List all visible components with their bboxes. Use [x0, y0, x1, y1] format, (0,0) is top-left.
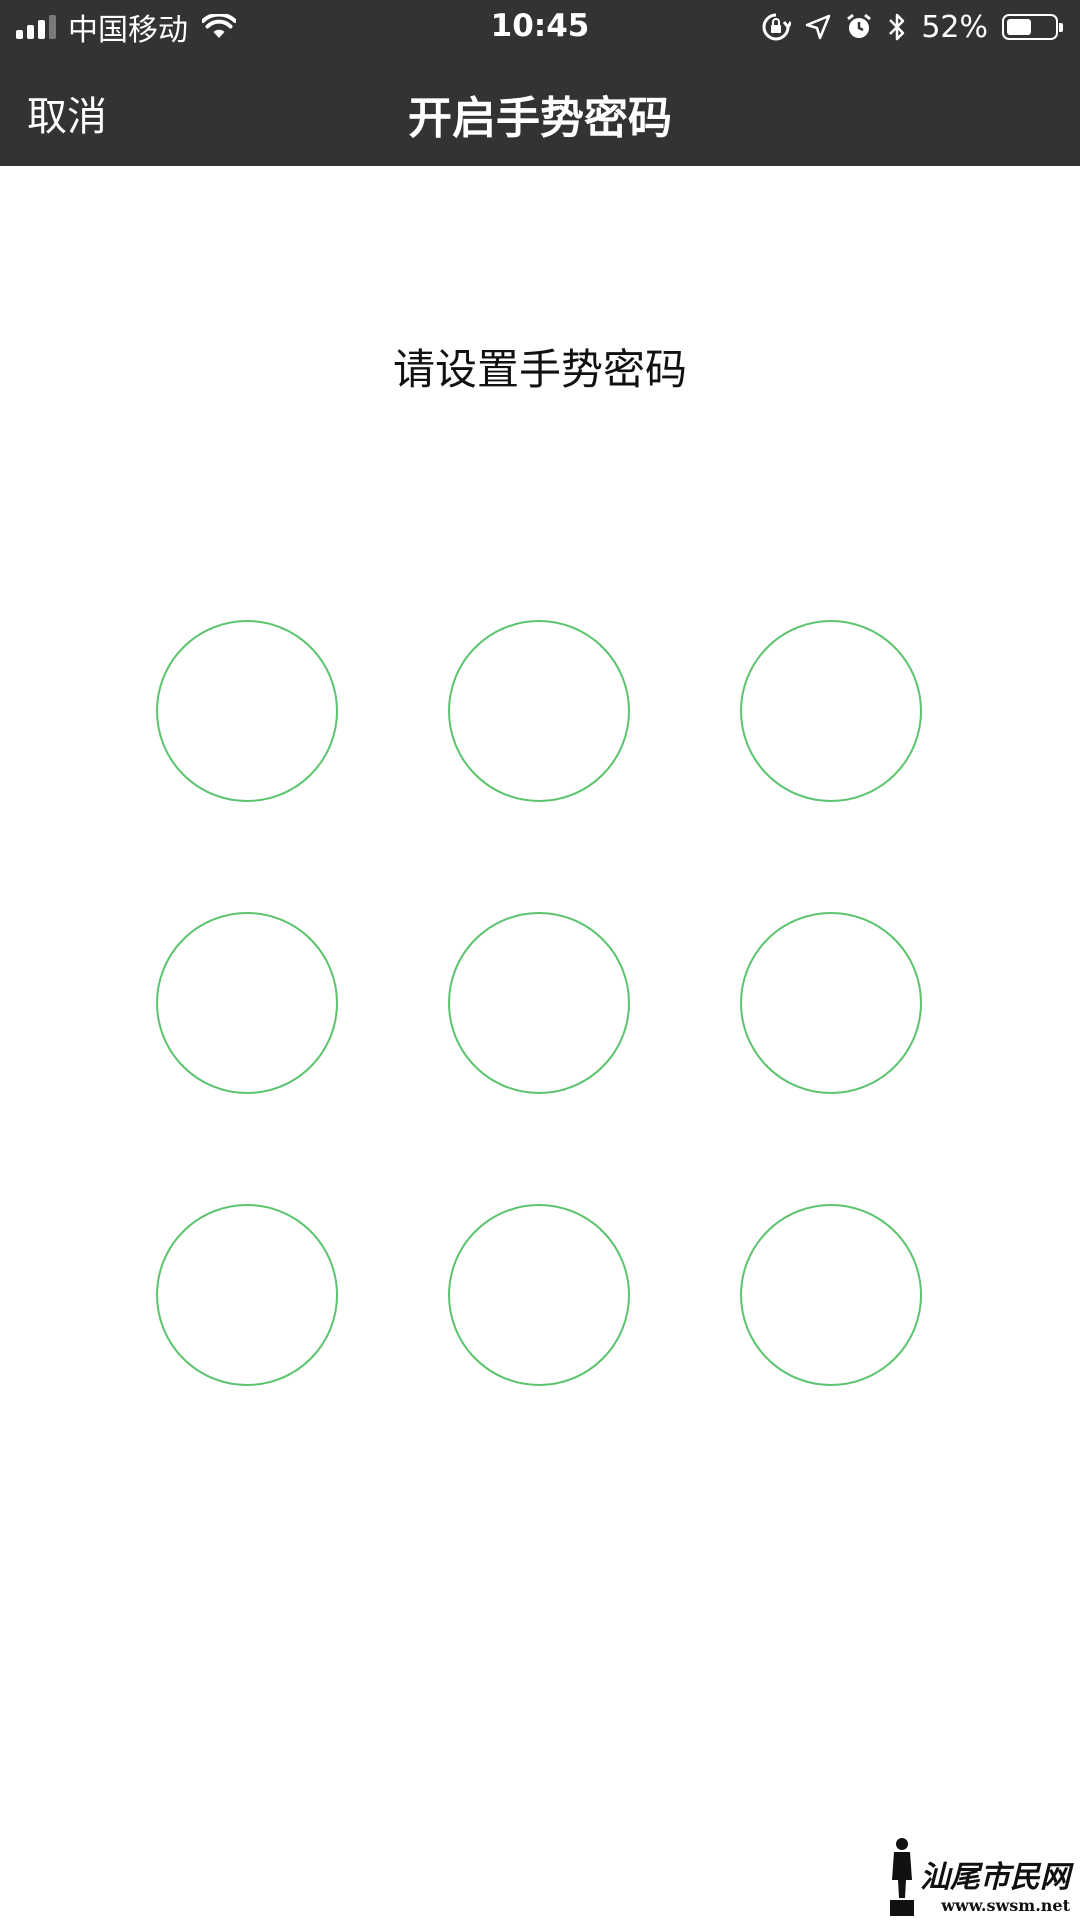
watermark: 汕尾市民网 www.swsm.net [888, 1836, 1070, 1916]
pattern-node[interactable] [740, 620, 922, 802]
watermark-name: 汕尾市民网 [920, 1860, 1070, 1895]
watermark-statue-icon [890, 1838, 914, 1916]
pattern-node[interactable] [448, 620, 630, 802]
pattern-node[interactable] [740, 912, 922, 1094]
pattern-node[interactable] [448, 912, 630, 1094]
gesture-pattern-grid[interactable] [0, 0, 1080, 1920]
watermark-text: 汕尾市民网 www.swsm.net [920, 1860, 1070, 1916]
watermark-url: www.swsm.net [941, 1896, 1070, 1915]
pattern-node[interactable] [156, 620, 338, 802]
pattern-node[interactable] [156, 912, 338, 1094]
pattern-node[interactable] [740, 1204, 922, 1386]
pattern-node[interactable] [448, 1204, 630, 1386]
pattern-node[interactable] [156, 1204, 338, 1386]
